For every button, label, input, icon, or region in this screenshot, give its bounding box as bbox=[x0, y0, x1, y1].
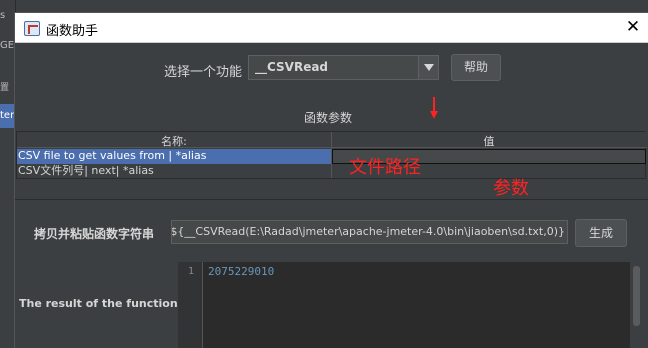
line-number-gutter: 1 bbox=[178, 262, 203, 348]
chevron-down-icon[interactable] bbox=[418, 56, 438, 79]
scrollbar-thumb[interactable] bbox=[633, 266, 640, 326]
section-divider bbox=[15, 199, 648, 200]
function-helper-dialog: 函数助手 ✕ 选择一个功能 __CSVRead 帮助 函数参数 名称: 值 CS… bbox=[14, 12, 648, 348]
param-name-cell[interactable]: CSV文件列号| next| *alias bbox=[17, 164, 331, 179]
line-number: 1 bbox=[188, 266, 195, 277]
help-button[interactable]: 帮助 bbox=[451, 54, 501, 81]
function-string-field[interactable]: ${__CSVRead(E:\Radad\jmeter\apache-jmete… bbox=[171, 220, 568, 244]
result-label: The result of the function is bbox=[19, 297, 192, 310]
red-arrow-icon bbox=[430, 97, 438, 121]
column-header-name[interactable]: 名称: bbox=[17, 133, 331, 149]
table-header: 名称: 值 bbox=[17, 132, 647, 148]
dialog-title: 函数助手 bbox=[46, 24, 99, 39]
close-icon[interactable]: ✕ bbox=[623, 17, 643, 37]
function-combobox[interactable]: __CSVRead bbox=[248, 55, 439, 80]
function-string-label: 拷贝并粘贴函数字符串 bbox=[34, 227, 155, 241]
params-section-title: 函数参数 bbox=[304, 111, 353, 125]
table-row[interactable]: CSV file to get values from | *alias bbox=[17, 149, 647, 164]
result-editor[interactable]: 1 2075229010 bbox=[178, 262, 629, 348]
annotation-file-path: 文件路径 bbox=[349, 157, 421, 178]
column-header-value[interactable]: 值 bbox=[332, 133, 646, 149]
vertical-scrollbar[interactable] bbox=[629, 262, 643, 348]
table-row[interactable]: CSV文件列号| next| *alias bbox=[17, 164, 647, 179]
params-table: 名称: 值 CSV file to get values from | *ali… bbox=[16, 131, 647, 179]
dialog-titlebar[interactable]: 函数助手 ✕ bbox=[15, 13, 648, 43]
function-combobox-value: __CSVRead bbox=[255, 60, 329, 74]
annotation-param: 参数 bbox=[493, 178, 529, 199]
function-string-value: ${__CSVRead(E:\Radad\jmeter\apache-jmete… bbox=[171, 225, 565, 238]
screen: s GE 置 ter 函数助手 ✕ 选择一个功能 __CSVRead 帮助 函数… bbox=[0, 0, 648, 348]
result-text: 2075229010 bbox=[208, 265, 275, 278]
generate-button[interactable]: 生成 bbox=[575, 219, 627, 247]
function-select-label: 选择一个功能 bbox=[164, 65, 243, 80]
java-app-icon bbox=[24, 21, 40, 36]
param-name-cell[interactable]: CSV file to get values from | *alias bbox=[17, 149, 331, 164]
